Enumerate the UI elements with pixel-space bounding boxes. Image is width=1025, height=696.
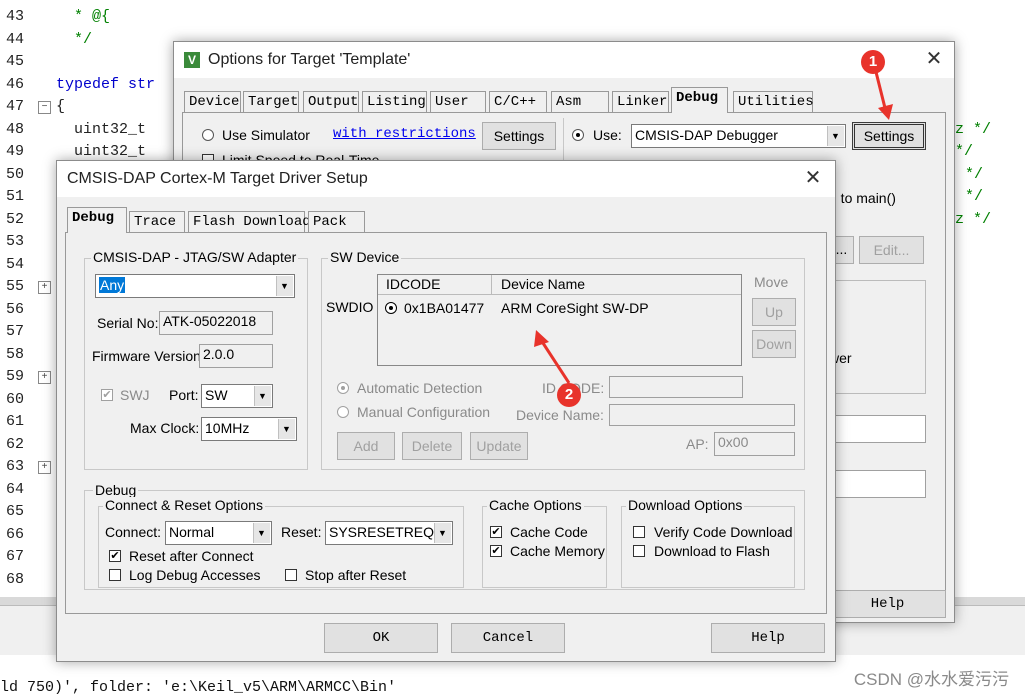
annotation-arrow-1 xyxy=(874,71,888,113)
tab-debug[interactable]: Debug xyxy=(67,207,127,233)
annotation-arrow-2 xyxy=(539,339,571,384)
annotation-arrowhead-2 xyxy=(534,330,549,347)
annotation-arrowhead-1 xyxy=(878,104,893,120)
annotation-marker-2: 2 xyxy=(557,383,581,407)
annotation-marker-1: 1 xyxy=(861,50,885,74)
tab-debug[interactable]: Debug xyxy=(671,87,728,113)
annotation-overlay xyxy=(534,71,893,384)
